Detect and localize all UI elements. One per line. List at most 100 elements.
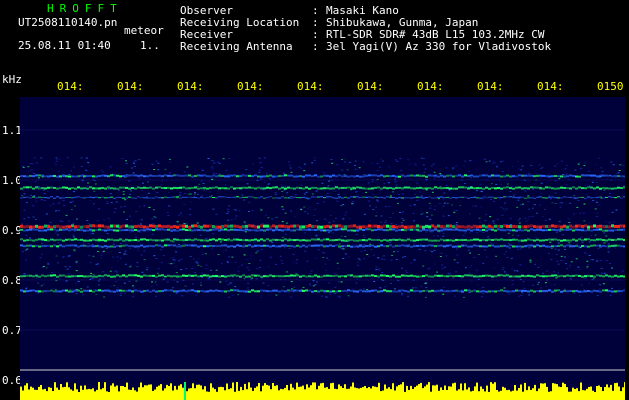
noise-speckle [337,194,340,196]
band-segment [497,224,500,228]
band-segment [56,245,59,248]
band-segment [419,197,422,199]
band-segment [500,229,503,232]
noise-speckle [583,165,586,167]
band-segment [119,289,122,292]
noise-speckle [363,288,365,290]
noise-speckle [367,182,370,184]
band-segment [338,238,341,241]
noise-speckle [200,265,203,267]
band-segment [548,197,551,199]
noise-speckle [76,218,78,220]
histogram-bar [314,382,316,400]
band-segment [353,224,356,228]
band-segment [314,238,317,241]
noise-speckle [439,256,442,257]
band-segment [311,275,314,278]
band-segment [599,274,602,277]
noise-speckle [342,204,345,206]
band-segment [140,229,143,232]
noise-speckle [251,163,254,165]
noise-speckle [367,200,370,202]
band-segment [89,289,92,292]
band-segment [272,244,275,247]
histogram-bar [520,384,522,400]
noise-speckle [225,280,228,282]
band-segment [59,244,62,247]
band-segment [323,274,326,277]
band-segment [323,245,326,248]
band-segment [56,175,59,178]
noise-speckle [102,277,105,279]
noise-speckle [372,209,375,210]
histogram-bar [118,391,120,400]
noise-speckle [213,162,216,164]
band-segment [314,274,317,277]
band-segment [374,224,377,228]
noise-speckle [116,260,119,262]
band-segment [89,174,92,177]
band-segment [92,238,95,241]
band-segment [431,275,434,278]
band-segment [590,186,593,189]
noise-speckle [495,255,498,257]
band-segment [206,224,209,228]
band-segment [32,289,35,292]
noise-speckle [421,212,424,214]
band-segment [569,275,572,278]
noise-speckle [184,193,187,194]
histogram-bar [240,386,242,400]
band-segment [278,187,281,190]
histogram-bar [496,390,498,400]
x-tick-2: 014: [117,80,144,93]
noise-speckle [110,202,113,204]
histogram-bar [348,388,350,400]
band-segment [281,275,284,278]
band-segment [254,238,257,241]
band-segment [110,196,113,198]
noise-speckle [323,252,326,254]
noise-speckle [599,260,602,261]
band-segment [503,186,506,189]
band-segment [248,186,251,189]
band-segment [407,174,410,177]
band-segment [335,175,338,178]
band-segment [62,186,65,189]
noise-speckle [550,198,552,200]
histogram-bar [34,389,36,400]
noise-speckle [535,236,538,238]
band-segment [428,187,431,190]
histogram-bar [342,388,344,400]
noise-speckle [189,214,192,216]
noise-speckle [527,173,530,175]
band-segment [317,187,320,190]
band-segment [566,244,569,247]
band-segment [149,174,152,177]
band-segment [50,238,53,241]
histogram-bar [126,382,128,400]
histogram-bar [490,382,492,400]
noise-speckle [155,160,158,162]
band-segment [323,229,326,232]
band-segment [338,187,341,190]
band-segment [464,274,467,277]
band-segment [602,229,605,232]
noise-speckle [200,180,203,182]
band-segment [461,244,464,247]
band-segment [212,275,215,278]
histogram-bar [44,388,46,400]
band-segment [149,274,152,277]
band-segment [467,239,470,242]
band-segment [152,274,155,277]
band-segment [68,187,71,190]
noise-speckle [596,212,599,214]
noise-speckle [424,168,427,170]
band-segment [44,290,47,293]
noise-speckle [323,190,326,192]
band-segment [236,187,239,190]
band-segment [224,175,227,178]
band-segment [176,196,179,198]
noise-speckle [468,272,471,274]
band-segment [467,224,470,228]
noise-speckle [564,256,566,258]
